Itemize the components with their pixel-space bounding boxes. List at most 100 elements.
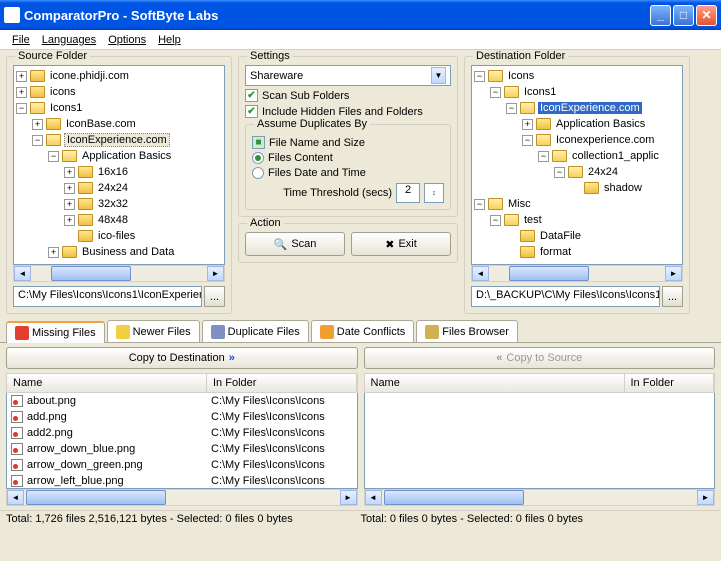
- scan-button[interactable]: 🔍 Scan: [245, 232, 345, 256]
- tree-item[interactable]: +24x24: [16, 180, 222, 196]
- list-item[interactable]: arrow_down_blue.pngC:\My Files\Icons\Ico…: [7, 441, 357, 457]
- scroll-thumb[interactable]: [51, 266, 131, 281]
- list-item[interactable]: about.pngC:\My Files\Icons\Icons: [7, 393, 357, 409]
- col-folder[interactable]: In Folder: [625, 374, 715, 392]
- col-folder[interactable]: In Folder: [207, 374, 357, 392]
- source-browse-button[interactable]: ...: [204, 286, 225, 307]
- expand-icon[interactable]: −: [474, 71, 485, 82]
- tree-item[interactable]: −test: [474, 212, 680, 228]
- scan-sub-checkbox[interactable]: ✔: [245, 89, 258, 102]
- tree-item[interactable]: ico-files: [16, 228, 222, 244]
- preset-combo[interactable]: Shareware ▼: [245, 65, 451, 86]
- expand-icon[interactable]: +: [64, 199, 75, 210]
- right-list[interactable]: [364, 393, 716, 489]
- scroll-left-icon[interactable]: ◄: [14, 266, 31, 281]
- tree-item[interactable]: DataFile: [474, 228, 680, 244]
- expand-icon[interactable]: −: [506, 103, 517, 114]
- menu-options[interactable]: Options: [102, 32, 152, 48]
- expand-icon[interactable]: −: [490, 215, 501, 226]
- expand-icon[interactable]: +: [32, 119, 43, 130]
- expand-icon[interactable]: −: [16, 103, 27, 114]
- left-list-scrollbar[interactable]: ◄ ►: [6, 489, 358, 506]
- scroll-thumb[interactable]: [26, 490, 166, 505]
- scroll-left-icon[interactable]: ◄: [365, 490, 382, 505]
- threshold-spinner[interactable]: ↕: [424, 183, 444, 203]
- expand-icon[interactable]: −: [522, 135, 533, 146]
- tree-item[interactable]: +icons: [16, 84, 222, 100]
- tree-item[interactable]: +48x48: [16, 212, 222, 228]
- expand-icon[interactable]: +: [16, 87, 27, 98]
- col-name[interactable]: Name: [365, 374, 625, 392]
- name-size-checkbox[interactable]: ■: [252, 136, 265, 149]
- tree-item[interactable]: −IconExperience.com: [16, 132, 222, 148]
- tree-item[interactable]: −Icons: [474, 68, 680, 84]
- scroll-right-icon[interactable]: ►: [665, 266, 682, 281]
- tree-item[interactable]: shadow: [474, 180, 680, 196]
- dest-browse-button[interactable]: ...: [662, 286, 683, 307]
- expand-icon[interactable]: +: [522, 119, 533, 130]
- minimize-button[interactable]: _: [650, 5, 671, 26]
- tree-item[interactable]: −Icons1: [16, 100, 222, 116]
- scroll-thumb[interactable]: [509, 266, 589, 281]
- tree-item[interactable]: +16x16: [16, 164, 222, 180]
- expand-icon[interactable]: −: [48, 151, 59, 162]
- date-time-radio[interactable]: [252, 167, 264, 179]
- tab-duplicate-files[interactable]: Duplicate Files: [202, 320, 309, 342]
- exit-button[interactable]: ✖ Exit: [351, 232, 451, 256]
- tree-item[interactable]: +IconBase.com: [16, 116, 222, 132]
- list-item[interactable]: arrow_down_green.pngC:\My Files\Icons\Ic…: [7, 457, 357, 473]
- tree-item[interactable]: +Application Basics: [474, 116, 680, 132]
- tree-item[interactable]: format: [474, 244, 680, 260]
- tree-item[interactable]: −Misc: [474, 196, 680, 212]
- menu-languages[interactable]: Languages: [36, 32, 102, 48]
- include-hidden-checkbox[interactable]: ✔: [245, 105, 258, 118]
- copy-to-source-button[interactable]: « Copy to Source: [364, 347, 716, 369]
- expand-icon[interactable]: +: [48, 247, 59, 258]
- scroll-left-icon[interactable]: ◄: [472, 266, 489, 281]
- expand-icon[interactable]: −: [554, 167, 565, 178]
- scroll-right-icon[interactable]: ►: [697, 490, 714, 505]
- tree-item[interactable]: +32x32: [16, 196, 222, 212]
- scroll-thumb[interactable]: [384, 490, 524, 505]
- menu-file[interactable]: File: [6, 32, 36, 48]
- right-list-scrollbar[interactable]: ◄ ►: [364, 489, 716, 506]
- tab-missing-files[interactable]: Missing Files: [6, 321, 105, 343]
- source-path-input[interactable]: C:\My Files\Icons\Icons1\IconExperienc..…: [13, 286, 202, 307]
- tab-newer-files[interactable]: Newer Files: [107, 320, 200, 342]
- close-button[interactable]: ✕: [696, 5, 717, 26]
- dest-path-input[interactable]: D:\_BACKUP\C\My Files\Icons\Icons1\I...: [471, 286, 660, 307]
- copy-to-dest-button[interactable]: Copy to Destination »: [6, 347, 358, 369]
- tab-files-browser[interactable]: Files Browser: [416, 320, 518, 342]
- scroll-right-icon[interactable]: ►: [340, 490, 357, 505]
- expand-icon[interactable]: −: [32, 135, 43, 146]
- dest-tree[interactable]: −Icons−Icons1−IconExperience.com+Applica…: [471, 65, 683, 265]
- expand-icon[interactable]: −: [474, 199, 485, 210]
- scroll-right-icon[interactable]: ►: [207, 266, 224, 281]
- expand-icon[interactable]: −: [490, 87, 501, 98]
- left-list[interactable]: about.pngC:\My Files\Icons\Iconsadd.pngC…: [6, 393, 358, 489]
- source-scrollbar[interactable]: ◄ ►: [13, 265, 225, 282]
- tree-item[interactable]: −Iconexperience.com: [474, 132, 680, 148]
- menu-help[interactable]: Help: [152, 32, 187, 48]
- scroll-left-icon[interactable]: ◄: [7, 490, 24, 505]
- list-item[interactable]: add.pngC:\My Files\Icons\Icons: [7, 409, 357, 425]
- tree-item[interactable]: −Icons1: [474, 84, 680, 100]
- expand-icon[interactable]: −: [538, 151, 549, 162]
- tree-item[interactable]: +Business and Data: [16, 244, 222, 260]
- maximize-button[interactable]: □: [673, 5, 694, 26]
- col-name[interactable]: Name: [7, 374, 207, 392]
- tree-item[interactable]: −collection1_applic: [474, 148, 680, 164]
- dest-scrollbar[interactable]: ◄ ►: [471, 265, 683, 282]
- threshold-input[interactable]: 2: [396, 183, 420, 203]
- tree-item[interactable]: −IconExperience.com: [474, 100, 680, 116]
- expand-icon[interactable]: +: [64, 215, 75, 226]
- content-radio[interactable]: [252, 152, 264, 164]
- source-tree[interactable]: +icone.phidji.com+icons−Icons1+IconBase.…: [13, 65, 225, 265]
- tree-item[interactable]: −24x24: [474, 164, 680, 180]
- expand-icon[interactable]: +: [64, 167, 75, 178]
- expand-icon[interactable]: +: [64, 183, 75, 194]
- tab-date-conflicts[interactable]: Date Conflicts: [311, 320, 414, 342]
- list-item[interactable]: add2.pngC:\My Files\Icons\Icons: [7, 425, 357, 441]
- tree-item[interactable]: +icone.phidji.com: [16, 68, 222, 84]
- tree-item[interactable]: −Application Basics: [16, 148, 222, 164]
